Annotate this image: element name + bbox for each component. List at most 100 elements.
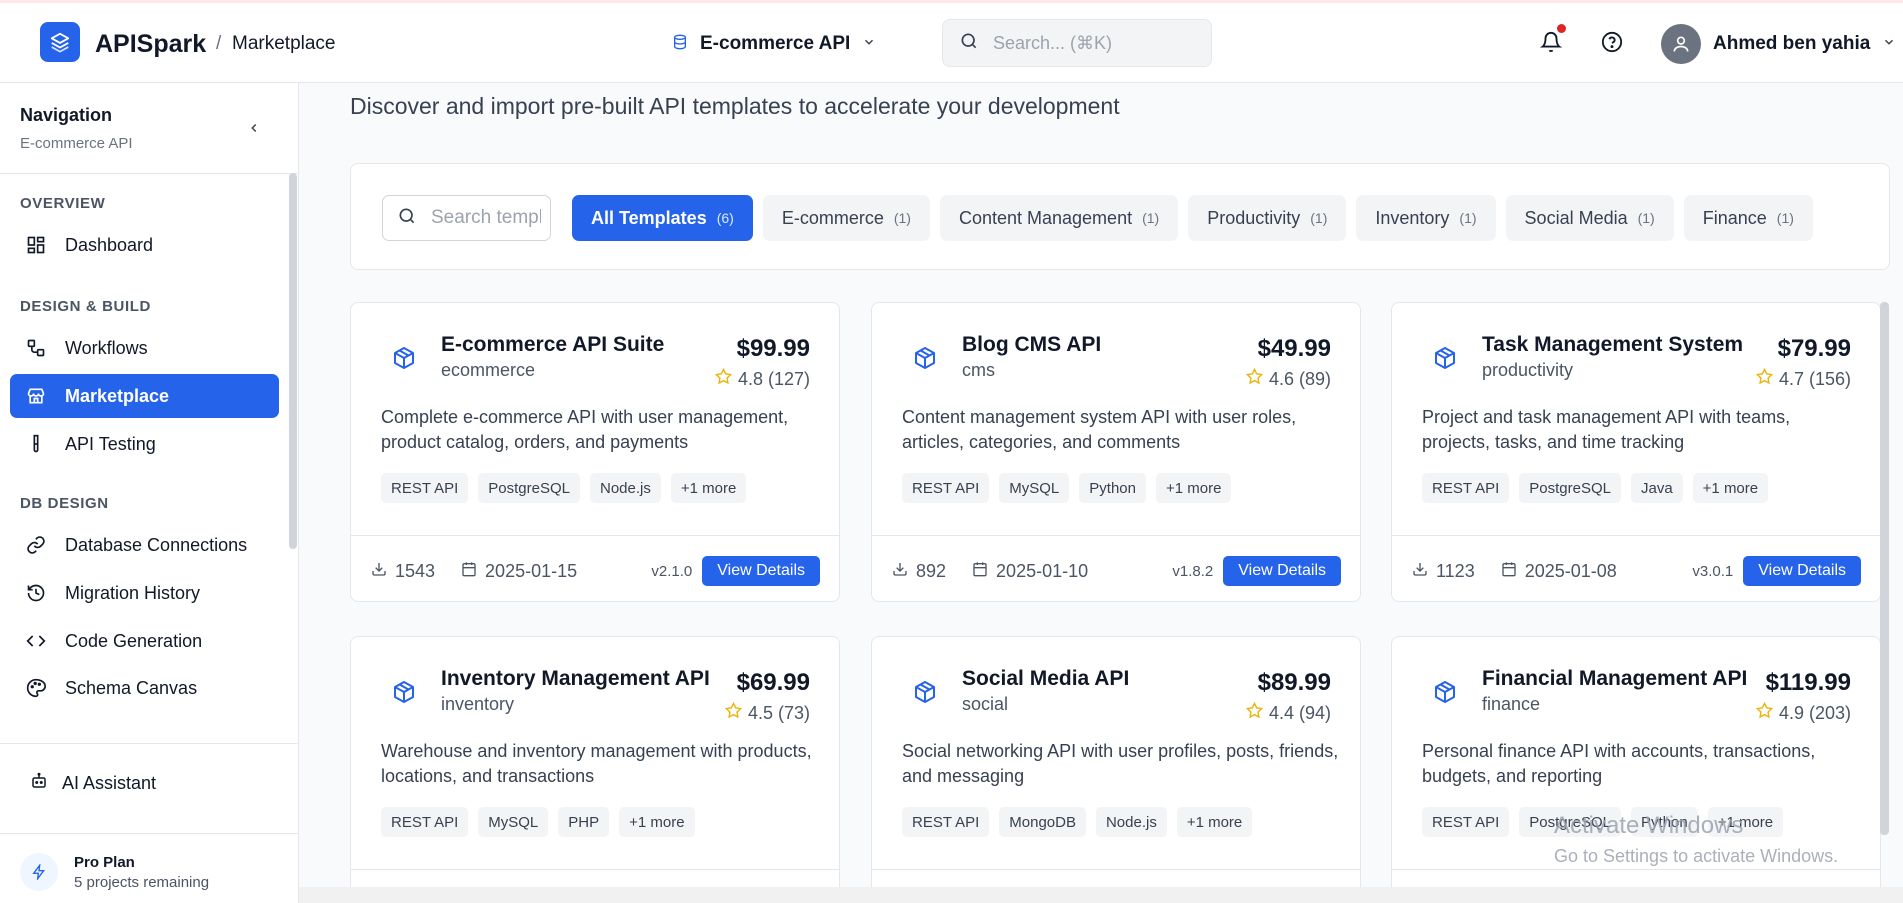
filter-chip-content-management[interactable]: Content Management (1) xyxy=(939,195,1179,241)
horizontal-scroll-track xyxy=(299,887,1903,903)
template-card[interactable]: E-commerce API Suite ecommerce $99.99 4.… xyxy=(350,302,840,602)
brand-name[interactable]: APISpark xyxy=(95,30,206,59)
package-icon xyxy=(391,679,417,705)
card-version: v3.0.1 xyxy=(1692,562,1734,580)
tag: Node.js xyxy=(589,473,661,503)
tag: REST API xyxy=(1422,807,1510,837)
tag: Java xyxy=(1630,473,1683,503)
card-stats: 1123 2025-01-08 xyxy=(1412,561,1617,582)
sidebar: Navigation E-commerce API OVERVIEW Dashb… xyxy=(0,83,299,903)
sidebar-item-label: Migration History xyxy=(65,582,201,603)
template-search[interactable] xyxy=(382,195,551,241)
sidebar-title: Navigation xyxy=(20,105,113,125)
star-icon xyxy=(1755,701,1774,724)
date-value: 2025-01-10 xyxy=(996,561,1089,581)
section-overview: OVERVIEW xyxy=(20,195,106,212)
chip-count: (1) xyxy=(1142,210,1160,226)
card-price: $69.99 xyxy=(736,669,810,696)
template-card[interactable]: Inventory Management API inventory $69.9… xyxy=(350,636,840,903)
date-value: 2025-01-15 xyxy=(485,561,578,581)
tag: PostgreSQL xyxy=(1519,473,1621,503)
card-actions: v3.0.1 View Details xyxy=(1692,556,1861,586)
collapse-sidebar-button[interactable] xyxy=(242,118,266,142)
template-card[interactable]: Task Management System productivity $79.… xyxy=(1391,302,1881,602)
card-description: Complete e-commerce API with user manage… xyxy=(381,407,789,452)
tag-more[interactable]: +1 more xyxy=(619,807,695,837)
card-price: $79.99 xyxy=(1777,335,1851,362)
view-details-button[interactable]: View Details xyxy=(702,556,820,586)
help-button[interactable] xyxy=(1598,30,1626,58)
watermark-subtitle: Go to Settings to activate Windows. xyxy=(1554,846,1839,866)
card-actions: v2.1.0 View Details xyxy=(651,556,820,586)
calendar-icon xyxy=(1501,561,1517,582)
sidebar-item-marketplace[interactable]: Marketplace xyxy=(10,374,279,418)
watermark-title: Activate Windows xyxy=(1554,812,1744,839)
sidebar-item-schema-canvas[interactable]: Schema Canvas xyxy=(10,666,279,710)
sidebar-item-code-generation[interactable]: Code Generation xyxy=(10,619,279,663)
card-price: $89.99 xyxy=(1257,669,1331,696)
divider xyxy=(0,743,298,744)
top-header: APISpark / Marketplace E-commerce API Ah… xyxy=(0,3,1903,83)
notifications-button[interactable] xyxy=(1537,24,1566,58)
card-description: Personal finance API with accounts, tran… xyxy=(1422,741,1816,786)
card-price: $119.99 xyxy=(1765,669,1851,696)
filter-chip-all[interactable]: All Templates (6) xyxy=(572,195,753,241)
chip-label: Social Media xyxy=(1524,207,1628,228)
sidebar-item-workflows[interactable]: Workflows xyxy=(10,326,279,370)
tag-more[interactable]: +1 more xyxy=(670,473,747,503)
global-search-input[interactable] xyxy=(993,32,1183,54)
tag: REST API xyxy=(902,807,990,837)
page-subtitle: Discover and import pre-built API templa… xyxy=(350,93,1120,119)
main-scrollbar[interactable] xyxy=(1880,302,1889,835)
calendar-icon xyxy=(972,561,988,582)
sidebar-item-dashboard[interactable]: Dashboard xyxy=(10,223,279,267)
template-search-input[interactable] xyxy=(431,207,541,229)
tag-more[interactable]: +1 more xyxy=(1176,807,1253,837)
card-description: Content management system API with user … xyxy=(902,407,1297,452)
global-search[interactable] xyxy=(942,19,1212,67)
card-description: Social networking API with user profiles… xyxy=(902,741,1339,786)
view-details-button[interactable]: View Details xyxy=(1743,556,1861,586)
sidebar-scrollbar[interactable] xyxy=(289,173,297,549)
download-count: 1123 xyxy=(1436,561,1475,581)
sidebar-item-migration-history[interactable]: Migration History xyxy=(10,571,279,615)
card-version: v2.1.0 xyxy=(651,562,693,580)
section-db-design: DB DESIGN xyxy=(20,495,109,512)
tag-more[interactable]: +1 more xyxy=(1155,473,1232,503)
card-tags: REST API MongoDB Node.js +1 more xyxy=(902,807,1253,837)
template-card[interactable]: Social Media API social $89.99 4.4 (94) … xyxy=(871,636,1361,903)
tag: Python xyxy=(1079,473,1146,503)
sidebar-item-api-testing[interactable]: API Testing xyxy=(10,422,279,466)
sidebar-item-database-connections[interactable]: Database Connections xyxy=(10,523,279,567)
user-menu[interactable]: Ahmed ben yahia xyxy=(1661,24,1896,64)
logo-icon[interactable] xyxy=(40,22,80,62)
filter-bar: All Templates (6) E-commerce (1) Content M… xyxy=(350,163,1890,270)
chevron-down-icon xyxy=(1882,35,1896,54)
history-icon xyxy=(25,582,47,604)
divider xyxy=(0,173,298,174)
card-title: Task Management System xyxy=(1482,333,1744,356)
card-rating: 4.9 (203) xyxy=(1755,701,1851,724)
tag-more[interactable]: +1 more xyxy=(1692,473,1769,503)
tag: PostgreSQL xyxy=(478,473,580,503)
link-icon xyxy=(25,534,47,556)
card-price: $99.99 xyxy=(736,335,810,362)
ai-assistant-button[interactable]: AI Assistant xyxy=(30,772,156,795)
palette-icon xyxy=(25,677,47,699)
user-name: Ahmed ben yahia xyxy=(1713,33,1871,54)
template-card[interactable]: Blog CMS API cms $49.99 4.6 (89) Content… xyxy=(871,302,1361,602)
view-details-button[interactable]: View Details xyxy=(1223,556,1341,586)
filter-chip-inventory[interactable]: Inventory (1) xyxy=(1356,195,1496,241)
filter-chip-finance[interactable]: Finance (1) xyxy=(1683,195,1813,241)
tag: PHP xyxy=(558,807,610,837)
windows-activation-watermark: Activate Windows Go to Settings to activ… xyxy=(1554,812,1838,867)
filter-chip-ecommerce[interactable]: E-commerce (1) xyxy=(762,195,930,241)
card-price: $49.99 xyxy=(1257,335,1331,362)
card-title: E-commerce API Suite xyxy=(441,333,665,356)
tag: REST API xyxy=(902,473,990,503)
sidebar-item-label: Dashboard xyxy=(65,234,154,255)
project-selector[interactable]: E-commerce API xyxy=(672,29,876,59)
card-description: Warehouse and inventory management with … xyxy=(381,741,812,786)
filter-chip-social-media[interactable]: Social Media (1) xyxy=(1505,195,1674,241)
filter-chip-productivity[interactable]: Productivity (1) xyxy=(1188,195,1347,241)
